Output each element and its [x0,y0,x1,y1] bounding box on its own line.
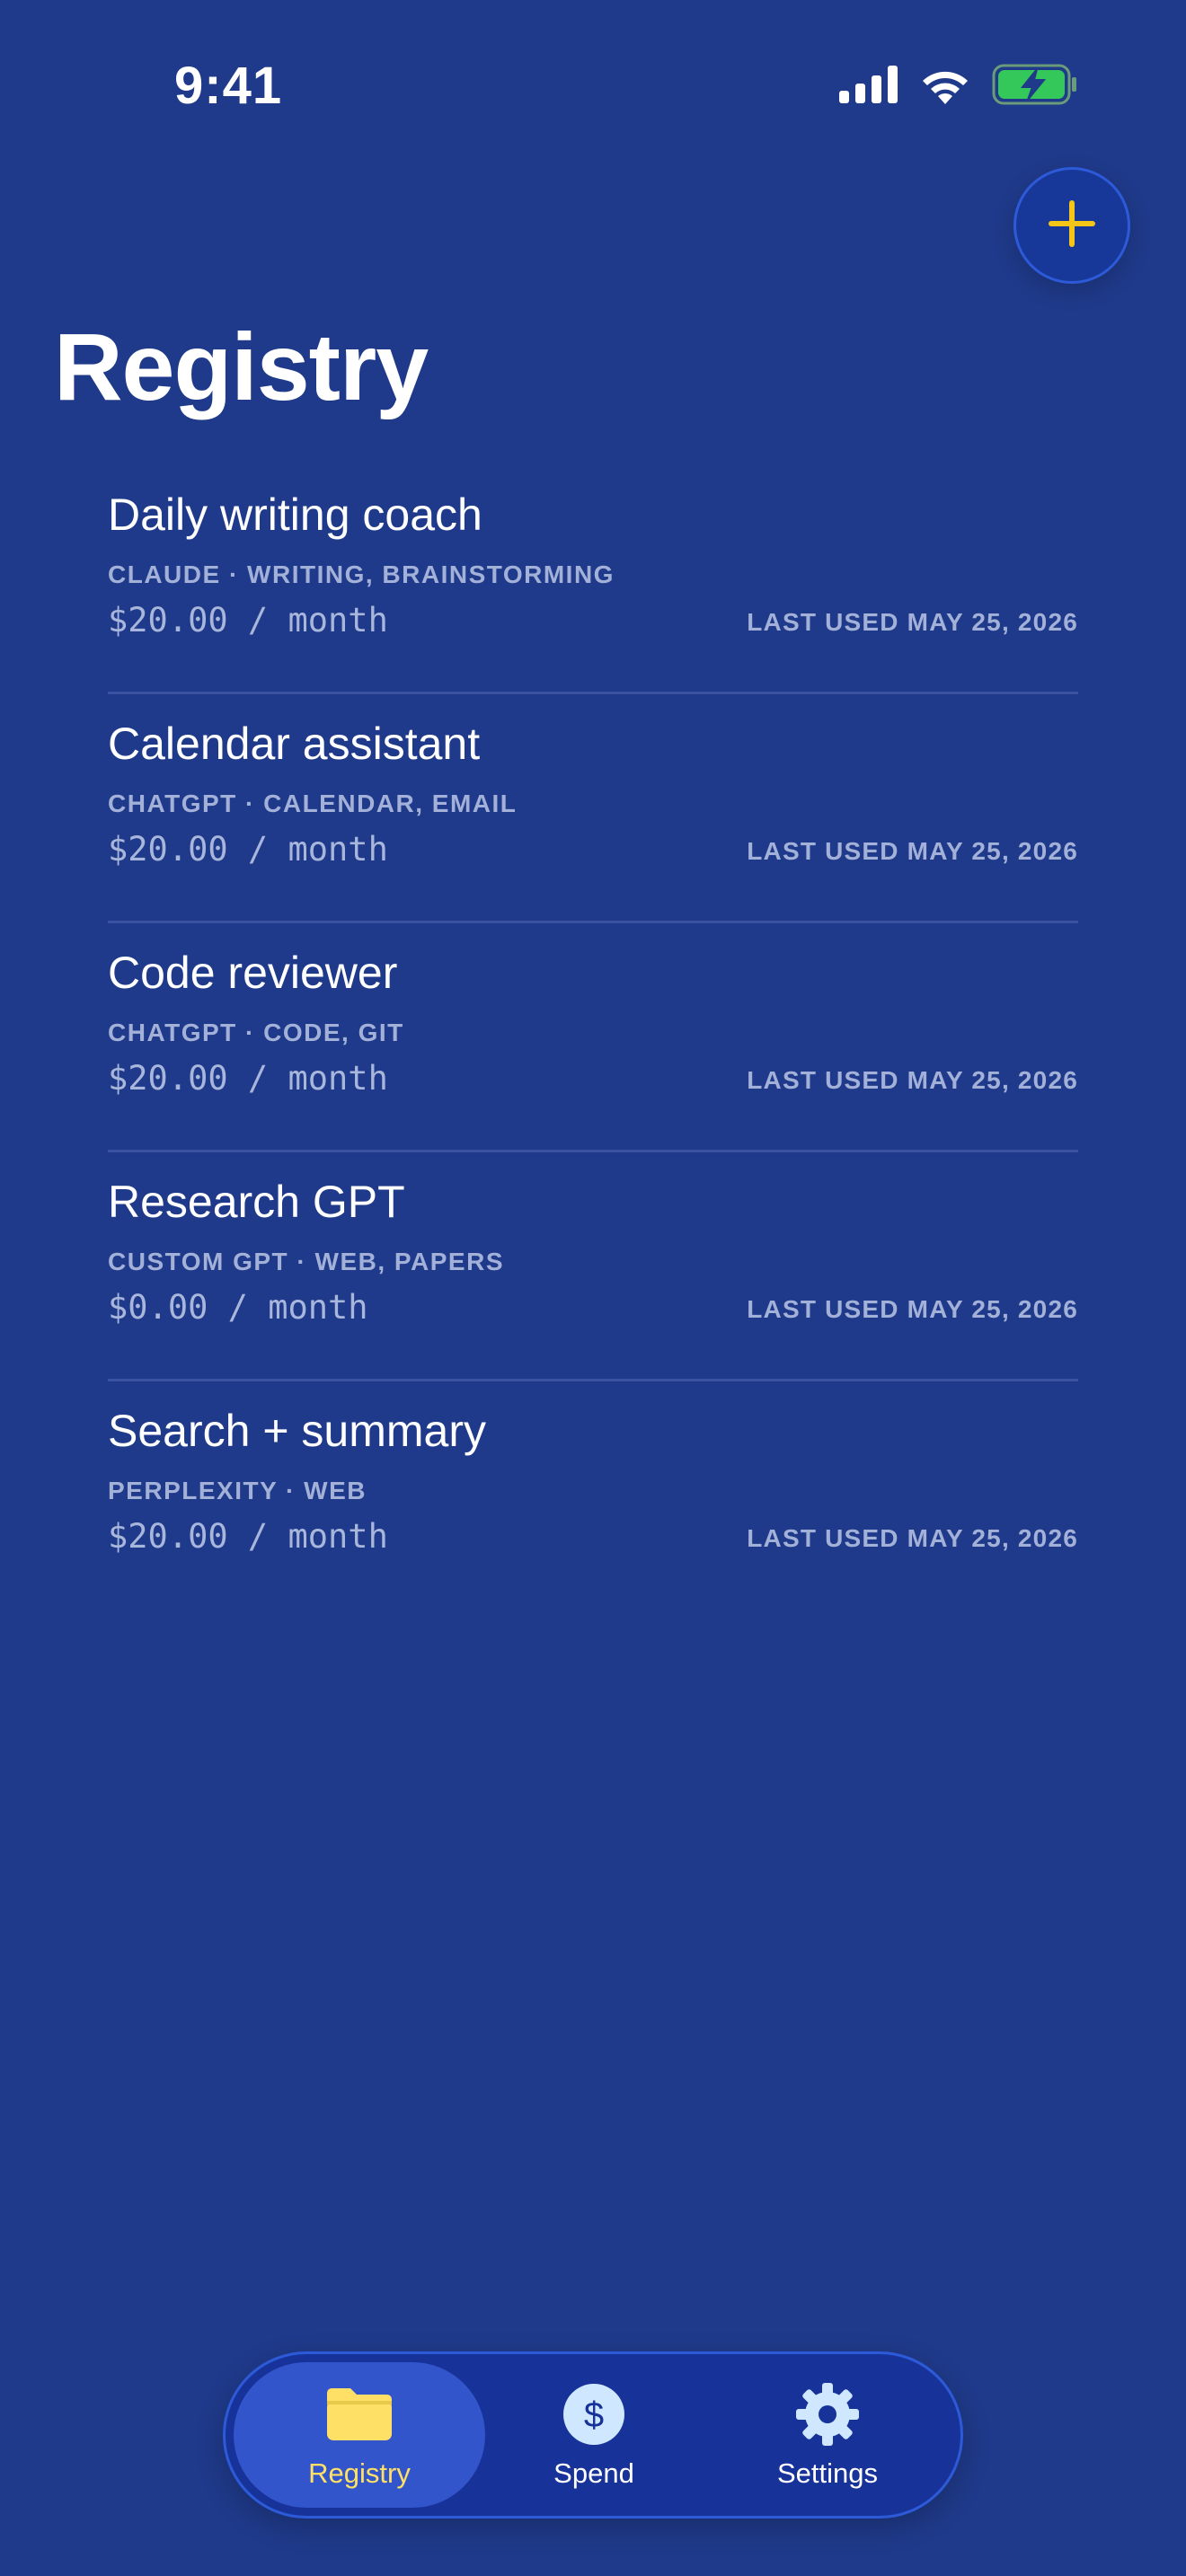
svg-text:$: $ [584,2395,604,2435]
wifi-icon [918,65,972,109]
list-item[interactable]: Daily writing coach CLAUDE · WRITING, BR… [108,465,1078,694]
dollar-circle-icon: $ [556,2380,632,2448]
gear-icon [790,2380,865,2448]
item-meta: CHATGPT · CALENDAR, EMAIL [108,790,518,817]
cellular-signal-icon [839,65,898,108]
page-title: Registry [54,314,429,420]
tab-spend[interactable]: $ Spend [468,2362,720,2508]
item-price: $20.00 / month [108,830,388,869]
registry-list: Daily writing coach CLAUDE · WRITING, BR… [108,465,1078,1610]
plus-icon [1047,198,1097,253]
tab-registry[interactable]: Registry [234,2362,485,2508]
status-time: 9:41 [174,57,283,115]
folder-icon [322,2380,397,2448]
item-price: $20.00 / month [108,601,388,640]
list-item[interactable]: Calendar assistant CHATGPT · CALENDAR, E… [108,694,1078,923]
tab-bar: Registry $ Spend Settings [223,2351,963,2519]
tab-label: Settings [776,2457,878,2489]
item-name: Calendar assistant [108,719,481,769]
item-last-used: LAST USED MAY 25, 2026 [747,608,1078,636]
item-last-used: LAST USED MAY 25, 2026 [747,1295,1078,1323]
tab-settings[interactable]: Settings [702,2362,953,2508]
tab-label: Registry [308,2457,411,2489]
item-price: $20.00 / month [108,1517,388,1556]
list-item[interactable]: Code reviewer CHATGPT · CODE, GIT $20.00… [108,923,1078,1152]
item-last-used: LAST USED MAY 25, 2026 [747,1066,1078,1094]
list-item[interactable]: Search + summary PERPLEXITY · WEB $20.00… [108,1381,1078,1610]
item-last-used: LAST USED MAY 25, 2026 [747,837,1078,865]
item-name: Code reviewer [108,948,398,998]
item-price: $20.00 / month [108,1059,388,1098]
item-name: Research GPT [108,1177,405,1227]
item-meta: PERPLEXITY · WEB [108,1477,367,1504]
item-name: Daily writing coach [108,490,482,540]
item-last-used: LAST USED MAY 25, 2026 [747,1524,1078,1552]
registry-screen: 9:41 Registry Daily writing coach CLAUDE… [0,0,1186,2576]
item-meta: CHATGPT · CODE, GIT [108,1019,404,1046]
tab-label: Spend [553,2457,634,2489]
battery-charging-icon [992,64,1078,110]
list-item[interactable]: Research GPT CUSTOM GPT · WEB, PAPERS $0… [108,1152,1078,1381]
item-meta: CUSTOM GPT · WEB, PAPERS [108,1248,504,1275]
add-button[interactable] [1013,167,1130,284]
item-price: $0.00 / month [108,1288,368,1327]
item-name: Search + summary [108,1406,486,1456]
item-meta: CLAUDE · WRITING, BRAINSTORMING [108,560,615,588]
status-icons [839,63,1078,110]
